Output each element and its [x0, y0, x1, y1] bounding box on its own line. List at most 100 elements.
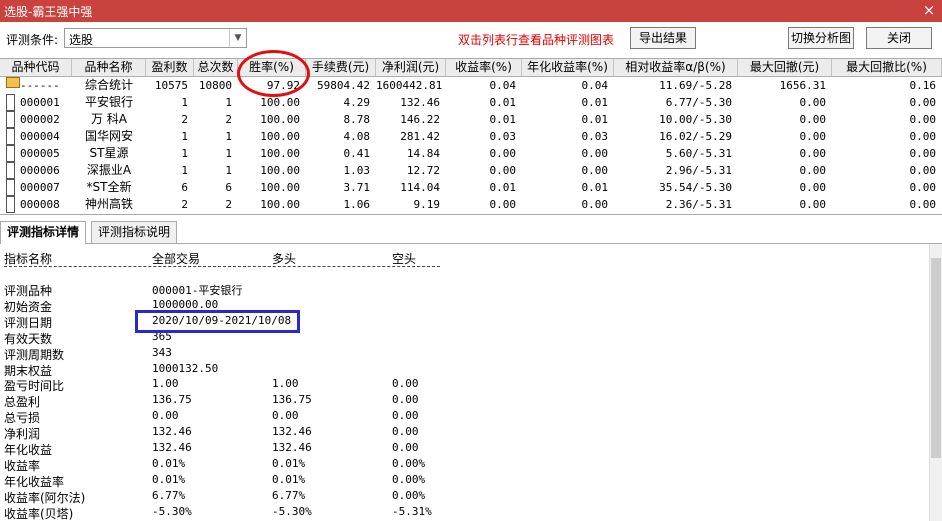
detail-metric-name: 盈亏时间比 — [4, 379, 65, 394]
detail-metric-value: 0.00 — [392, 377, 419, 391]
detail-metric-value: 1000000.00 — [152, 297, 219, 311]
detail-metric-value: 0.00 — [272, 409, 299, 423]
detail-metric-value: 136.75 — [152, 393, 192, 407]
detail-row: 总盈利 136.75 136.75 0.00 — [0, 393, 930, 409]
table-row[interactable]: 000005 ST星源 1 1 100.00 0.41 14.84 0.00 0.00 5.60/… — [0, 145, 942, 162]
detail-metric-value: 000001-平安银行 — [152, 284, 243, 297]
table-cell: 2 — [225, 198, 232, 211]
detail-metric-value: 0.00% — [392, 456, 426, 470]
switch-chart-button[interactable]: 切换分析图 — [788, 27, 854, 49]
table-cell: 10.00/-5.30 — [659, 113, 732, 126]
scrollbar-thumb[interactable] — [931, 258, 941, 458]
table-cell: 0.00 — [581, 164, 609, 177]
column-header[interactable]: 收益率(%) — [446, 59, 522, 76]
table-cell: 0.00 — [909, 130, 937, 143]
close-icon[interactable]: × — [918, 0, 940, 20]
detail-metric-value: 0.01% — [152, 472, 186, 486]
detail-row: 总亏损 0.00 0.00 0.00 — [0, 409, 930, 425]
condition-select[interactable]: 选股 ▼ — [64, 28, 247, 48]
detail-metric-value: 0.00% — [392, 488, 426, 502]
table-cell: 6 — [181, 181, 188, 194]
table-cell: 2.36/-5.31 — [665, 198, 732, 211]
detail-row: 评测品种 000001-平安银行 — [0, 282, 930, 298]
detail-scrollbar[interactable] — [929, 244, 942, 521]
table-cell: 100.00 — [260, 181, 300, 194]
table-cell: 0.01 — [581, 113, 609, 126]
double-click-hint: 双击列表行查看品种评测图表 — [458, 33, 615, 47]
table-cell: 10575 — [154, 79, 188, 92]
table-cell: 综合统计 — [84, 78, 133, 92]
table-cell: 0.41 — [343, 147, 371, 160]
table-cell: *ST全新 — [86, 180, 132, 194]
column-header[interactable]: 相对收益率α/β(%) — [614, 59, 738, 76]
table-cell: 100.00 — [260, 113, 300, 126]
file-icon — [6, 179, 15, 196]
table-cell: 12.72 — [406, 164, 440, 177]
table-cell: 0.00 — [489, 147, 517, 160]
table-cell: 神州高铁 — [84, 197, 133, 211]
detail-header-all: 全部交易 — [152, 252, 201, 266]
table-row[interactable]: 000004 国华网安 1 1 100.00 4.08 281.42 0.03 0.03 16.0… — [0, 128, 942, 145]
file-icon — [6, 162, 15, 179]
table-cell: 3.71 — [343, 181, 371, 194]
table-cell: 000008 — [20, 198, 60, 211]
table-cell: 146.22 — [400, 113, 440, 126]
table-row[interactable]: 000006 深振业A 1 1 100.00 1.03 12.72 0.00 0.00 2.96/… — [0, 162, 942, 179]
table-cell: 国华网安 — [84, 129, 133, 143]
close-button[interactable]: 关闭 — [866, 27, 932, 49]
detail-panel: 指标名称 全部交易 多头 空头 评测品种 000001-平安银行 初始资金 10000… — [0, 244, 930, 521]
detail-metric-name: 收益率 — [4, 458, 41, 473]
table-row[interactable]: 000008 神州高铁 2 2 100.00 1.06 9.19 0.00 0.00 2.36/-… — [0, 196, 942, 213]
detail-metric-value: 0.00 — [392, 425, 419, 439]
tab-metric-explanation[interactable]: 评测指标说明 — [91, 221, 178, 243]
table-cell: 1.03 — [343, 164, 371, 177]
table-row[interactable]: 000001 平安银行 1 1 100.00 4.29 132.46 0.01 0.01 6.77… — [0, 94, 942, 111]
column-header[interactable]: 总次数 — [194, 59, 238, 76]
detail-metric-name: 净利润 — [4, 427, 41, 442]
detail-metric-value: 343 — [152, 345, 172, 359]
table-row[interactable]: ------ 综合统计 10575 10800 97.92 59804.42 1600442… — [0, 77, 942, 94]
detail-metric-value: 0.00% — [392, 472, 426, 486]
condition-label: 评测条件: — [6, 33, 59, 47]
table-cell: 0.00 — [581, 147, 609, 160]
export-button[interactable]: 导出结果 — [630, 27, 696, 49]
table-cell: 万 科A — [90, 112, 128, 126]
table-cell: 0.00 — [909, 164, 937, 177]
column-header[interactable]: 盈利数 — [146, 59, 194, 76]
table-cell: 35.54/-5.30 — [659, 181, 732, 194]
table-cell: 2 — [181, 113, 188, 126]
tab-metric-details[interactable]: 评测指标详情 — [0, 221, 87, 244]
grid-header: 品种代码 品种名称 盈利数 总次数 胜率(%) 手续费(元) 净利润(元) 收益率(%) 年化收… — [0, 59, 942, 77]
column-header[interactable]: 最大回撤比(%) — [832, 59, 942, 76]
detail-header: 指标名称 全部交易 多头 空头 — [0, 250, 930, 266]
chevron-down-icon[interactable]: ▼ — [229, 29, 246, 47]
detail-metric-value: 0.00 — [392, 441, 419, 454]
detail-metric-value: 132.46 — [272, 441, 312, 454]
table-cell: 0.01 — [581, 181, 609, 194]
detail-metric-value: 136.75 — [272, 393, 312, 407]
table-cell: 10800 — [198, 79, 232, 92]
detail-separator — [4, 266, 440, 267]
table-cell: 1 — [181, 164, 188, 177]
column-header[interactable]: 最大回撤(元) — [738, 59, 832, 76]
table-row[interactable]: 000007 *ST全新 6 6 100.00 3.71 114.04 0.01 0.01 35.… — [0, 179, 942, 196]
detail-metric-value: -5.30% — [272, 504, 312, 518]
table-cell: 0.01 — [581, 96, 609, 109]
table-cell: 2 — [181, 198, 188, 211]
column-header[interactable]: 年化收益率(%) — [522, 59, 614, 76]
column-header[interactable]: 品种名称 — [72, 59, 146, 76]
file-icon — [6, 196, 15, 213]
column-header[interactable]: 手续费(元) — [306, 59, 376, 76]
detail-metric-value: 6.77% — [152, 488, 186, 502]
file-icon — [6, 128, 15, 145]
detail-metric-name: 年化收益率 — [4, 474, 65, 489]
table-row[interactable]: 000002 万 科A 2 2 100.00 8.78 146.22 0.01 0.01 10.0… — [0, 111, 942, 128]
column-header[interactable]: 品种代码 — [0, 59, 72, 76]
table-cell: 100.00 — [260, 164, 300, 177]
column-header[interactable]: 净利润(元) — [376, 59, 446, 76]
table-cell: 132.46 — [400, 96, 440, 109]
results-grid[interactable]: 品种代码 品种名称 盈利数 总次数 胜率(%) 手续费(元) 净利润(元) 收益率(%) 年化收… — [0, 58, 942, 215]
table-cell: 1 — [181, 147, 188, 160]
detail-metric-value: 0.00 — [152, 409, 179, 423]
detail-row: 净利润 132.46 132.46 0.00 — [0, 425, 930, 441]
